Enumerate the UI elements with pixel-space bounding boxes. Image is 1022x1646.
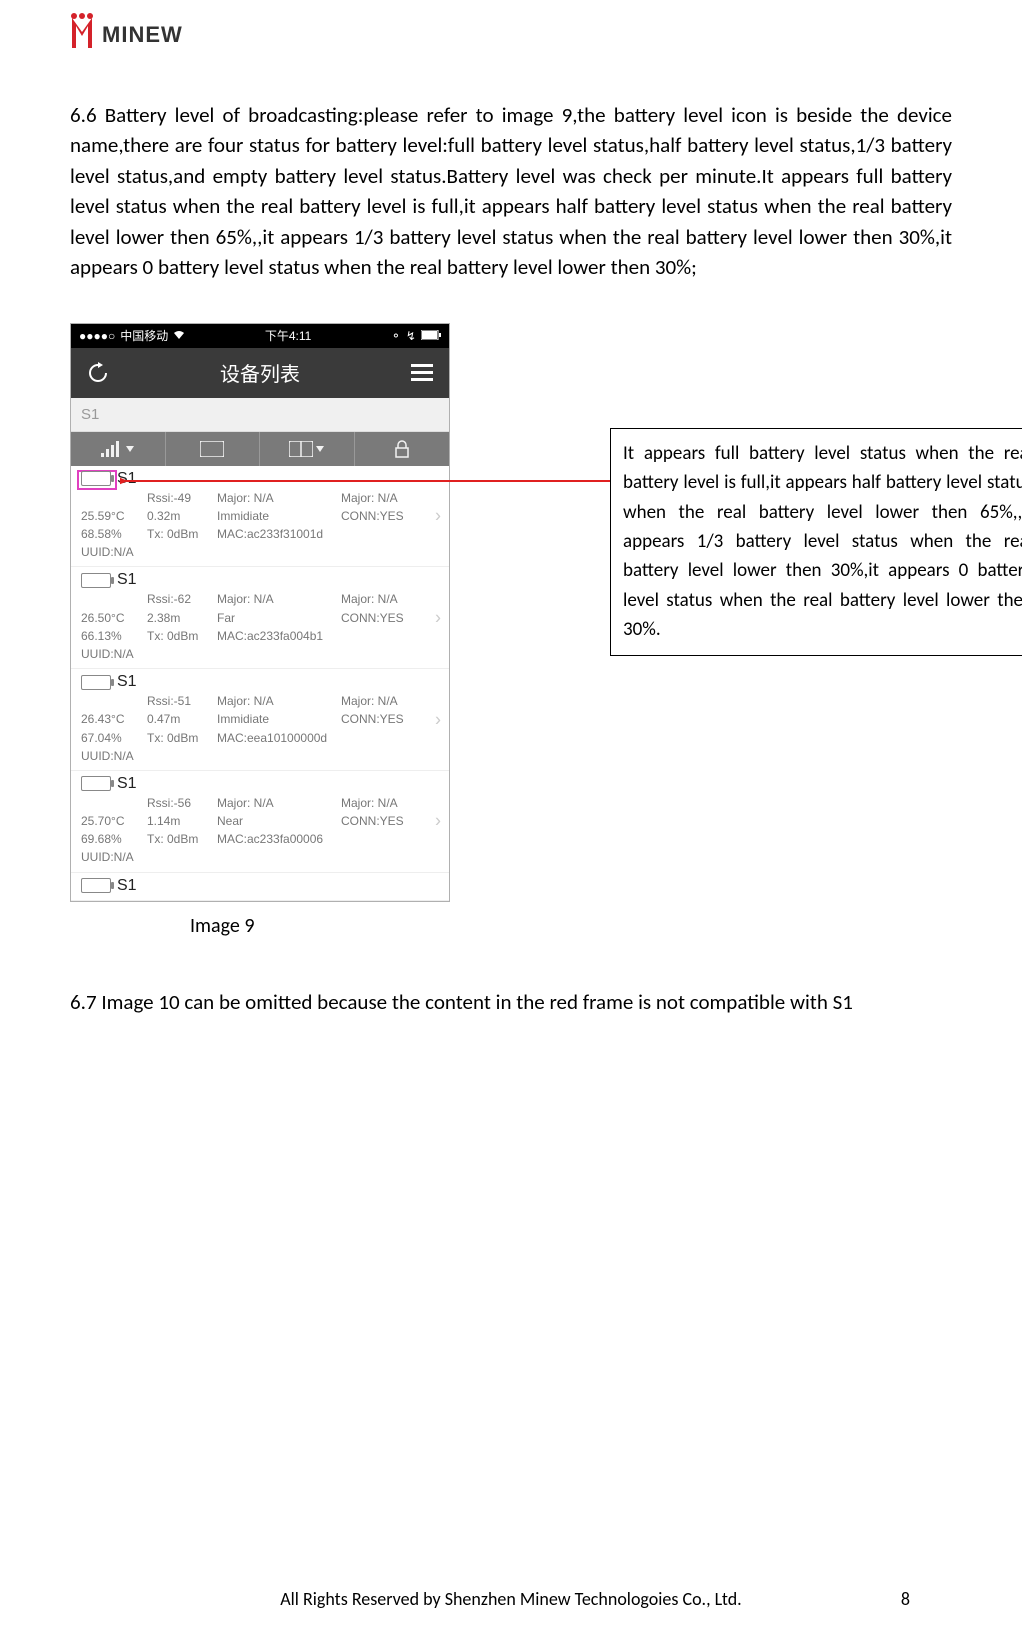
- distance-value: 1.14m: [147, 813, 213, 829]
- rssi-value: Rssi:-62: [147, 591, 213, 607]
- uuid-value: UUID:N/A: [81, 849, 439, 865]
- device-name: S1: [117, 673, 137, 691]
- clock-text: 下午4:11: [265, 327, 311, 344]
- rssi-value: Rssi:-49: [147, 490, 213, 506]
- major-label: Major: N/A: [217, 490, 337, 506]
- major-label: Major: N/A: [217, 591, 337, 607]
- battery-icon: [81, 776, 111, 791]
- rssi-value: Rssi:-56: [147, 795, 213, 811]
- chevron-right-icon: ›: [435, 811, 441, 832]
- tx-value: Tx: 0dBm: [147, 628, 213, 644]
- conn-value: CONN:YES: [341, 813, 439, 829]
- brand-logo: MINEW: [70, 10, 952, 50]
- device-name: S1: [117, 470, 137, 488]
- search-text: S1: [81, 406, 99, 423]
- mac-value: MAC:ac233fa004b1: [217, 628, 439, 644]
- device-row[interactable]: S1Rssi:-62Major: N/AMajor: N/A26.50°C2.3…: [71, 567, 449, 669]
- filter-signal-icon[interactable]: [71, 432, 166, 466]
- major-label: Major: N/A: [217, 795, 337, 811]
- refresh-icon[interactable]: [85, 360, 111, 386]
- proximity-value: Far: [217, 610, 337, 626]
- battery-pct: 68.58%: [81, 526, 143, 542]
- distance-value: 2.38m: [147, 610, 213, 626]
- major-label-2: Major: N/A: [341, 490, 439, 506]
- device-name: S1: [117, 571, 137, 589]
- battery-pct: 66.13%: [81, 628, 143, 644]
- chevron-right-icon: ›: [435, 607, 441, 628]
- paragraph-6-6: 6.6 Battery level of broadcasting:please…: [70, 100, 952, 283]
- search-bar[interactable]: S1: [71, 398, 449, 432]
- status-bar: ●●●●○ 中国移动 下午4:11 ⚬ ↯: [71, 324, 449, 348]
- footer-text: All Rights Reserved by Shenzhen Minew Te…: [0, 1588, 1022, 1610]
- tx-value: Tx: 0dBm: [147, 730, 213, 746]
- proximity-value: Immidiate: [217, 508, 337, 524]
- mac-value: MAC:ac233fa00006: [217, 831, 439, 847]
- mac-value: MAC:ac233f31001d: [217, 526, 439, 542]
- battery-pct: 69.68%: [81, 831, 143, 847]
- distance-value: 0.32m: [147, 508, 213, 524]
- battery-icon: [81, 675, 111, 690]
- uuid-value: UUID:N/A: [81, 748, 439, 764]
- filter-lock-icon[interactable]: [355, 432, 450, 466]
- page-number: 8: [901, 1588, 910, 1610]
- paragraph-6-7: 6.7 Image 10 can be omitted because the …: [70, 988, 952, 1017]
- battery-icon: [81, 573, 111, 588]
- callout-box: It appears full battery level status whe…: [610, 428, 1022, 656]
- temp-value: 25.59°C: [81, 508, 143, 524]
- device-row[interactable]: S1Rssi:-51Major: N/AMajor: N/A26.43°C0.4…: [71, 669, 449, 771]
- uuid-value: UUID:N/A: [81, 646, 439, 662]
- major-label-2: Major: N/A: [341, 795, 439, 811]
- conn-value: CONN:YES: [341, 508, 439, 524]
- battery-pct: 67.04%: [81, 730, 143, 746]
- wifi-icon: [173, 329, 185, 343]
- tx-value: Tx: 0dBm: [147, 831, 213, 847]
- signal-icon: ●●●●○: [79, 329, 115, 343]
- proximity-value: Near: [217, 813, 337, 829]
- tx-value: Tx: 0dBm: [147, 526, 213, 542]
- major-label: Major: N/A: [217, 693, 337, 709]
- battery-icon: [81, 878, 111, 893]
- bolt-icon: ↯: [406, 329, 416, 343]
- temp-value: 25.70°C: [81, 813, 143, 829]
- mac-value: MAC:eea10100000d: [217, 730, 439, 746]
- distance-value: 0.47m: [147, 711, 213, 727]
- rssi-value: Rssi:-51: [147, 693, 213, 709]
- device-row[interactable]: S1Rssi:-56Major: N/AMajor: N/A25.70°C1.1…: [71, 771, 449, 873]
- filter-card-icon[interactable]: [166, 432, 261, 466]
- menu-icon[interactable]: [409, 360, 435, 386]
- device-name: S1: [117, 775, 137, 793]
- chevron-right-icon: ›: [435, 506, 441, 527]
- nav-title: 设备列表: [220, 358, 300, 387]
- temp-value: 26.50°C: [81, 610, 143, 626]
- device-row[interactable]: S1Rssi:-49Major: N/AMajor: N/A25.59°C0.3…: [71, 466, 449, 568]
- proximity-value: Immidiate: [217, 711, 337, 727]
- filter-list-icon[interactable]: [260, 432, 355, 466]
- major-label-2: Major: N/A: [341, 693, 439, 709]
- temp-value: 26.43°C: [81, 711, 143, 727]
- bluetooth-icon: ⚬: [391, 329, 401, 343]
- logo-text: MINEW: [102, 22, 183, 47]
- uuid-value: UUID:N/A: [81, 544, 439, 560]
- phone-screenshot: ●●●●○ 中国移动 下午4:11 ⚬ ↯: [70, 323, 450, 902]
- major-label-2: Major: N/A: [341, 591, 439, 607]
- nav-bar: 设备列表: [71, 348, 449, 398]
- carrier-text: 中国移动: [120, 327, 168, 344]
- device-row[interactable]: S1: [71, 873, 449, 901]
- device-name: S1: [117, 877, 137, 895]
- image-caption: Image 9: [190, 914, 450, 938]
- filter-bar: [71, 432, 449, 466]
- battery-icon: [81, 471, 111, 486]
- conn-value: CONN:YES: [341, 610, 439, 626]
- battery-status-icon: [421, 329, 441, 343]
- chevron-right-icon: ›: [435, 709, 441, 730]
- conn-value: CONN:YES: [341, 711, 439, 727]
